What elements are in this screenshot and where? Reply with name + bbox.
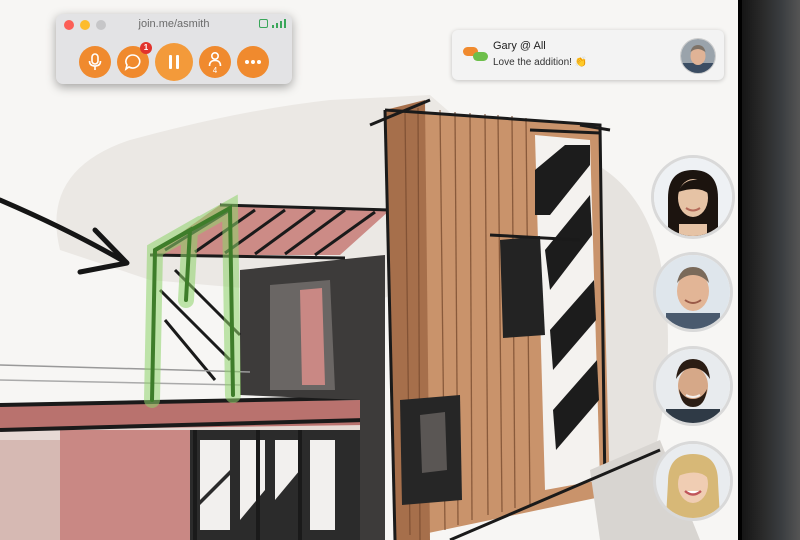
- message-text: Love the addition! 👏: [493, 57, 588, 68]
- pause-icon: [169, 55, 179, 69]
- participant-video-2[interactable]: [653, 252, 733, 332]
- participant-video-1[interactable]: [651, 155, 735, 239]
- signal-bar: [272, 25, 274, 28]
- participant-video-4[interactable]: [653, 441, 733, 521]
- woman-dark-hair-avatar: [654, 158, 732, 236]
- sender-face-icon: [681, 39, 715, 73]
- more-options-button[interactable]: [237, 46, 269, 78]
- man-beard-avatar: [656, 349, 730, 423]
- more-dots-icon: [245, 60, 261, 64]
- sender-avatar: [680, 38, 716, 74]
- chat-notification-icon: [463, 47, 488, 61]
- device-bezel: [738, 0, 800, 540]
- signal-bar: [276, 23, 278, 28]
- chat-notification[interactable]: Gary @ All Love the addition! 👏: [452, 30, 724, 80]
- chat-button[interactable]: 1: [117, 42, 152, 78]
- microphone-icon: [88, 53, 102, 70]
- participant-video-3[interactable]: [653, 346, 733, 426]
- woman-blonde-avatar: [656, 444, 730, 518]
- person-icon: [208, 51, 222, 67]
- microphone-button[interactable]: [79, 46, 111, 78]
- message-sender: Gary @ All: [493, 40, 546, 52]
- meeting-url: join.me/asmith: [138, 18, 210, 30]
- chat-bubble-icon: [124, 54, 141, 71]
- participants-button[interactable]: 4: [199, 46, 231, 78]
- pause-button[interactable]: [155, 43, 193, 81]
- signal-bar: [284, 19, 286, 28]
- signal-bar: [280, 21, 282, 28]
- connection-status: [259, 19, 286, 28]
- unread-badge: 1: [140, 42, 152, 54]
- participant-count: 4: [212, 66, 218, 75]
- screen-share-icon: [259, 19, 268, 28]
- man-short-hair-avatar: [656, 255, 730, 329]
- control-window[interactable]: join.me/asmith 1 4: [56, 14, 292, 84]
- title-bar[interactable]: join.me/asmith: [56, 14, 292, 36]
